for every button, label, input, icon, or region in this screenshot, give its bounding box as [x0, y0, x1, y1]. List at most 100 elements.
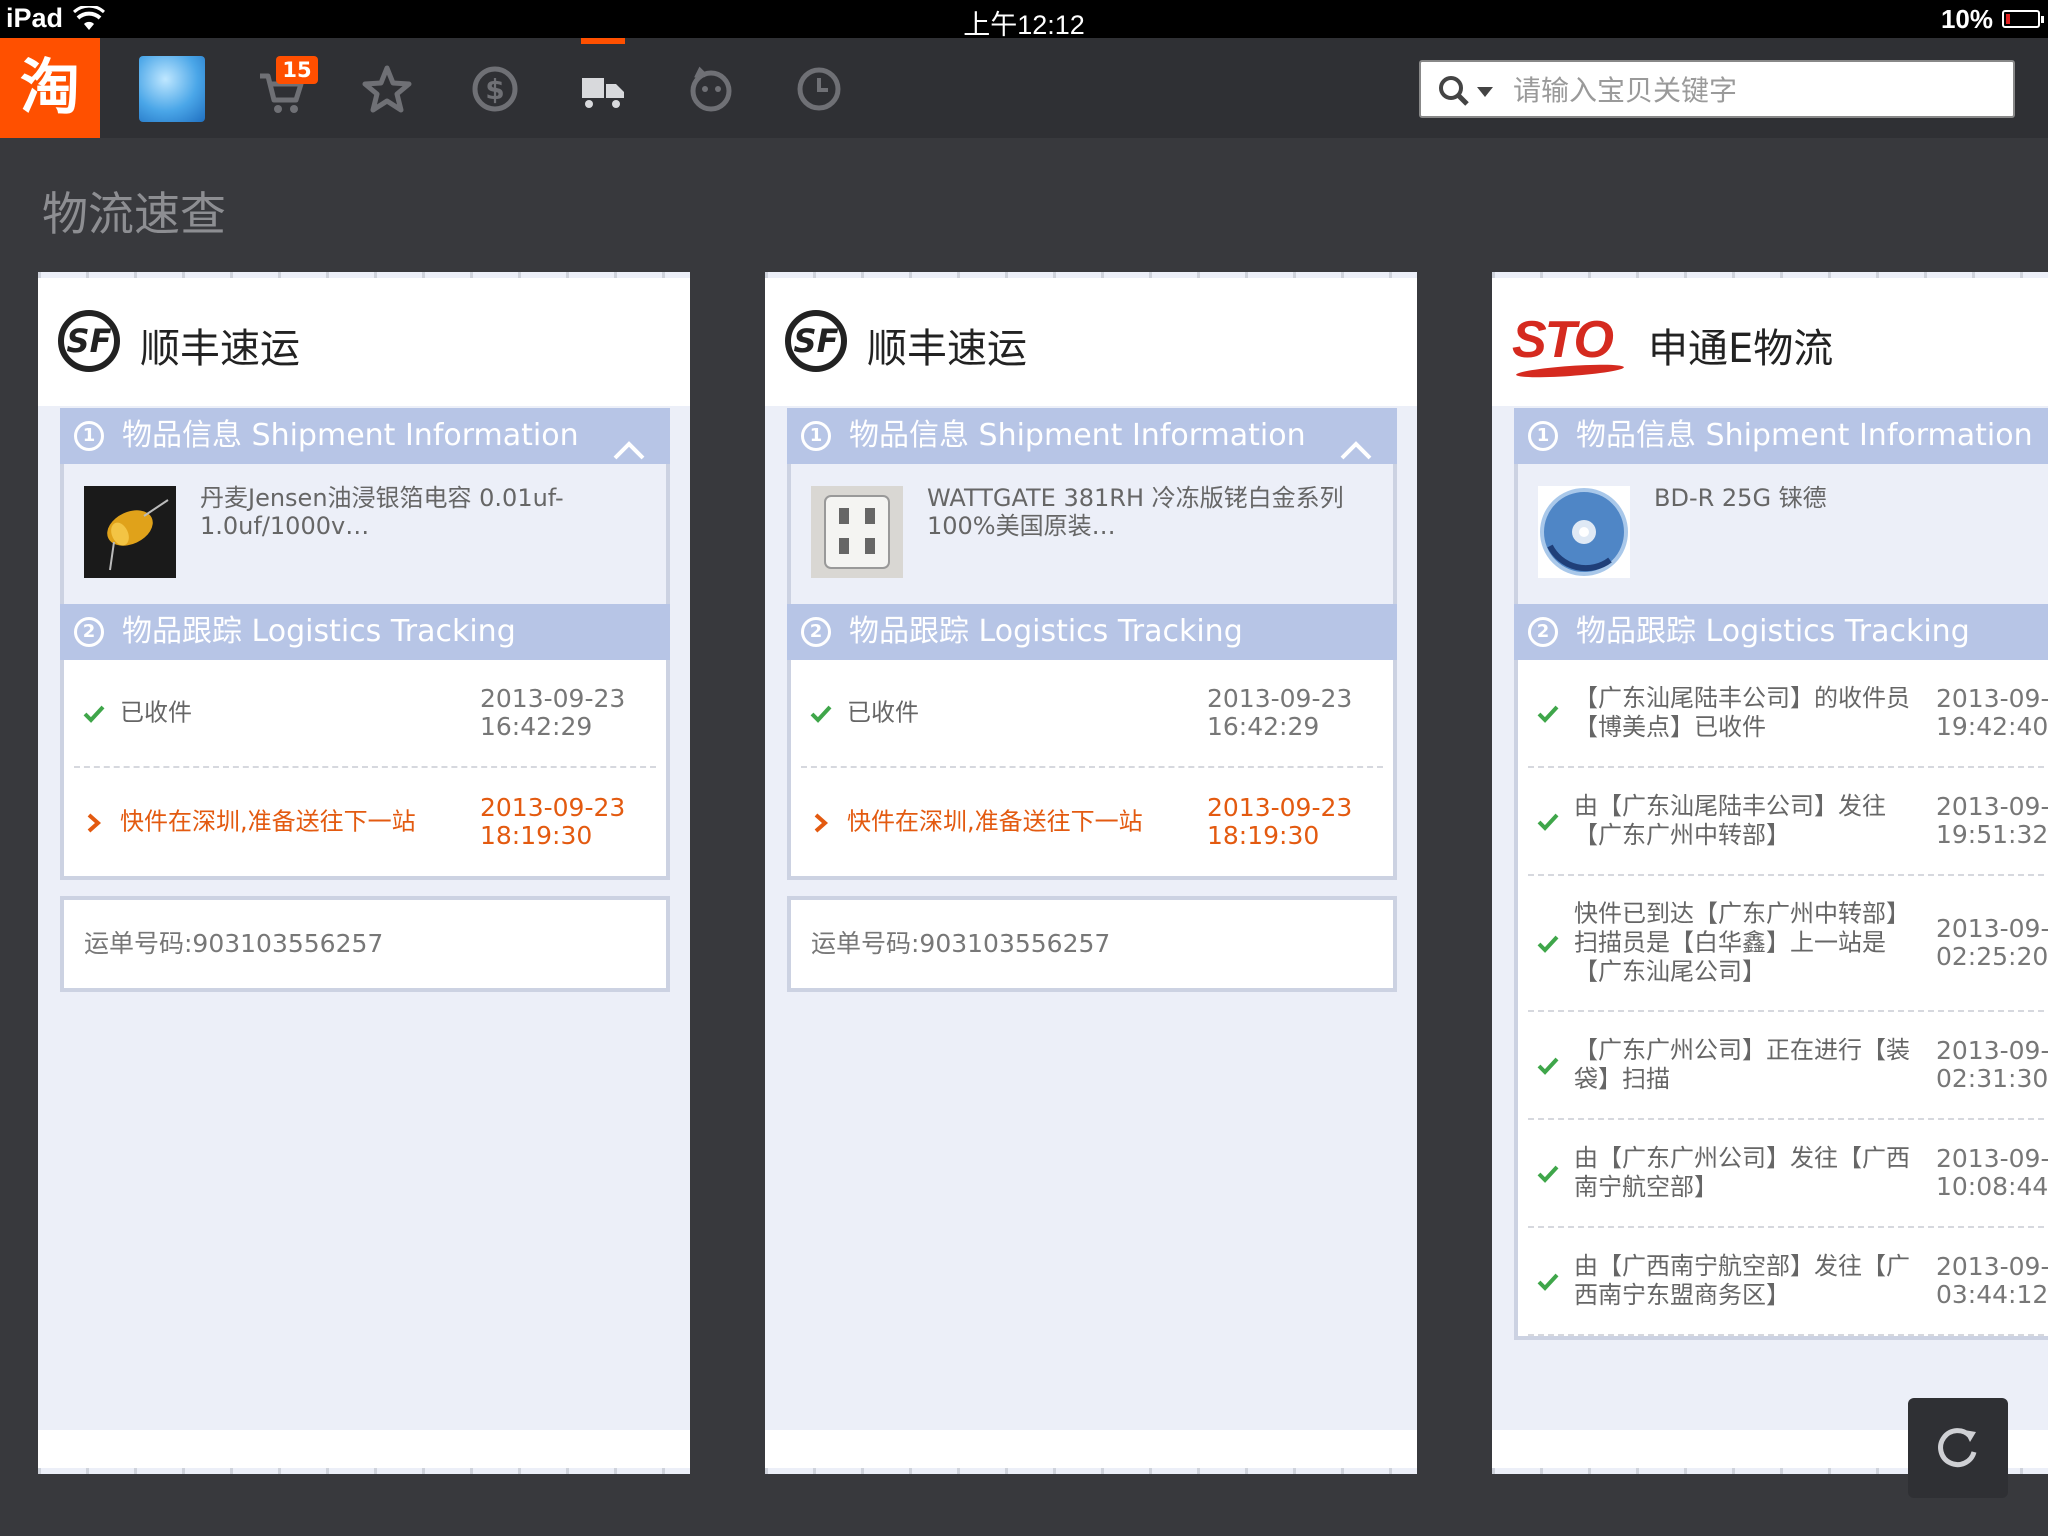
refresh-button[interactable] [1908, 1398, 2008, 1498]
sto-express-logo: STO [1512, 311, 1614, 369]
tracking-text: 快件在深圳,准备送往下一站 [847, 807, 1143, 836]
top-toolbar: 淘 15 $ [0, 38, 2048, 138]
tracking-row: 快件在深圳,准备送往下一站 2013-09-23 18:19:30 [74, 768, 656, 876]
tracking-text: 已收件 [120, 698, 192, 727]
tracking-text: 由【广东汕尾陆丰公司】发往【广东广州中转部】 [1574, 792, 1886, 849]
tracking-row: 【广东汕尾陆丰公司】的收件员【博美点】已收件 2013-09- 19:42:40 [1528, 660, 2048, 768]
status-bar: iPad 上午12:12 10% [0, 0, 2048, 40]
product-item[interactable]: WATTGATE 381RH 冷冻版铑白金系列100%美国原装… [787, 464, 1397, 604]
logistics-tracking-header: 2 物品跟踪 Logistics Tracking [787, 604, 1397, 660]
carrier-name: 顺丰速运 [140, 326, 300, 372]
tracking-list: 已收件 2013-09-23 16:42:29 快件在深圳,准备送往下一站 20… [787, 660, 1397, 880]
search-icon[interactable] [1437, 74, 1471, 112]
chevron-right-icon [809, 812, 833, 838]
search-box[interactable] [1419, 60, 2015, 118]
chevron-right-icon [82, 812, 106, 838]
pet-icon[interactable] [678, 56, 744, 122]
logistics-card: SF 顺丰速运 1 物品信息 Shipment Information 丹麦Je… [38, 272, 690, 1474]
carrier-name: 顺丰速运 [867, 326, 1027, 372]
card-header: SF 顺丰速运 [38, 278, 690, 406]
refresh-icon [1938, 1428, 1977, 1468]
tracking-time: 2013-09-23 16:42:29 [1207, 684, 1353, 741]
section-title: 物品跟踪 Logistics Tracking [1576, 614, 1970, 649]
section-title: 物品信息 Shipment Information [1576, 418, 2033, 453]
svg-text:$: $ [485, 73, 504, 106]
tracking-row: 由【广东广州公司】发往【广西南宁航空部】 2013-09- 10:08:44 [1528, 1120, 2048, 1228]
tracking-text: 【广东广州公司】正在进行【装袋】扫描 [1574, 1036, 1910, 1093]
chevron-down-icon[interactable] [1477, 87, 1493, 97]
logistics-tracking-header: 2 物品跟踪 Logistics Tracking [60, 604, 670, 660]
section-title: 物品信息 Shipment Information [849, 418, 1306, 453]
cart-badge: 15 [276, 56, 318, 84]
tracking-time: 2013-09-23 18:19:30 [480, 793, 626, 850]
sf-express-logo: SF [785, 310, 847, 372]
shipment-info-header[interactable]: 1 物品信息 Shipment Information [787, 408, 1397, 464]
logistics-card: SF 顺丰速运 1 物品信息 Shipment Information WATT… [765, 272, 1417, 1474]
tracking-row: 【广东广州公司】正在进行【装袋】扫描 2013-09- 02:31:30 [1528, 1012, 2048, 1120]
active-tab-indicator [581, 38, 625, 44]
check-icon [1536, 1056, 1560, 1080]
shipment-info-header[interactable]: 1 物品信息 Shipment Information [1514, 408, 2048, 464]
logistics-card: STO 申通E物流 1 物品信息 Shipment Information BD… [1492, 272, 2048, 1474]
product-name[interactable]: 丹麦Jensen油浸银箔电容 0.01uf-1.0uf/1000v… [200, 484, 644, 540]
tracking-time: 2013-09- 03:44:12 [1936, 1252, 2048, 1309]
search-input[interactable] [1513, 68, 1993, 112]
tracking-row: 由【广西南宁航空部】发往【广西南宁东盟商务区】 2013-09- 03:44:1… [1528, 1228, 2048, 1336]
card-header: STO 申通E物流 [1492, 278, 2048, 406]
tracking-row: 已收件 2013-09-23 16:42:29 [74, 660, 656, 768]
step-2-icon: 2 [801, 617, 831, 647]
tracking-list: 已收件 2013-09-23 16:42:29 快件在深圳,准备送往下一站 20… [60, 660, 670, 880]
tracking-row: 已收件 2013-09-23 16:42:29 [801, 660, 1383, 768]
check-icon [1536, 704, 1560, 728]
tracking-time: 2013-09- 19:42:40 [1936, 684, 2048, 741]
product-name[interactable]: WATTGATE 381RH 冷冻版铑白金系列100%美国原装… [927, 484, 1371, 540]
tracking-text: 已收件 [847, 698, 919, 727]
product-thumbnail [84, 486, 176, 578]
status-clock: 上午12:12 [963, 10, 1085, 40]
product-thumbnail [811, 486, 903, 578]
check-icon [1536, 934, 1560, 958]
check-icon [1536, 1164, 1560, 1188]
tracking-time: 2013-09- 10:08:44 [1936, 1144, 2048, 1201]
product-item[interactable]: 丹麦Jensen油浸银箔电容 0.01uf-1.0uf/1000v… [60, 464, 670, 604]
tracking-text: 由【广西南宁航空部】发往【广西南宁东盟商务区】 [1574, 1252, 1910, 1309]
logistics-tracking-header: 2 物品跟踪 Logistics Tracking [1514, 604, 2048, 660]
tracking-time: 2013-09- 02:25:20 [1936, 914, 2048, 971]
section-title: 物品信息 Shipment Information [122, 418, 579, 453]
section-title: 物品跟踪 Logistics Tracking [122, 614, 516, 649]
card-header: SF 顺丰速运 [765, 278, 1417, 406]
product-thumbnail [1538, 486, 1630, 578]
check-icon [1536, 812, 1560, 836]
tracking-row: 由【广东汕尾陆丰公司】发往【广东广州中转部】 2013-09- 19:51:32 [1528, 768, 2048, 876]
tracking-row: 快件在深圳,准备送往下一站 2013-09-23 18:19:30 [801, 768, 1383, 876]
tracking-time: 2013-09-23 16:42:29 [480, 684, 626, 741]
tracking-time: 2013-09- 19:51:32 [1936, 792, 2048, 849]
check-icon [809, 704, 833, 728]
product-name[interactable]: BD-R 25G 铼德 [1654, 484, 2048, 512]
taobao-logo[interactable]: 淘 [0, 38, 100, 138]
tracking-text: 由【广东广州公司】发往【广西南宁航空部】 [1574, 1144, 1910, 1201]
step-1-icon: 1 [1528, 421, 1558, 451]
waybill-number: 运单号码:903103556257 [60, 896, 670, 992]
waybill-number: 运单号码:903103556257 [787, 896, 1397, 992]
sf-express-logo: SF [58, 310, 120, 372]
step-2-icon: 2 [74, 617, 104, 647]
carrier-name: 申通E物流 [1648, 326, 1834, 372]
battery-percent: 10% [1940, 4, 1993, 34]
tracking-text: 快件在深圳,准备送往下一站 [120, 807, 416, 836]
avatar[interactable] [139, 56, 205, 122]
tracking-row: 快件已到达【广东广州中转部】扫描员是【白华鑫】上一站是【广东汕尾公司】 2013… [1528, 876, 2048, 1012]
tracking-list: 【广东汕尾陆丰公司】的收件员【博美点】已收件 2013-09- 19:42:40… [1514, 660, 2048, 1340]
favorites-star-icon[interactable] [354, 56, 420, 122]
check-icon [82, 704, 106, 728]
product-item[interactable]: BD-R 25G 铼德 [1514, 464, 2048, 604]
tracking-time: 2013-09- 02:31:30 [1936, 1036, 2048, 1093]
step-1-icon: 1 [801, 421, 831, 451]
page-title: 物流速查 [42, 187, 226, 241]
tracking-text: 【广东汕尾陆丰公司】的收件员【博美点】已收件 [1574, 684, 1910, 741]
history-clock-icon[interactable] [786, 56, 852, 122]
coin-icon[interactable]: $ [462, 56, 528, 122]
step-1-icon: 1 [74, 421, 104, 451]
logistics-truck-icon[interactable] [570, 56, 636, 122]
shipment-info-header[interactable]: 1 物品信息 Shipment Information [60, 408, 670, 464]
